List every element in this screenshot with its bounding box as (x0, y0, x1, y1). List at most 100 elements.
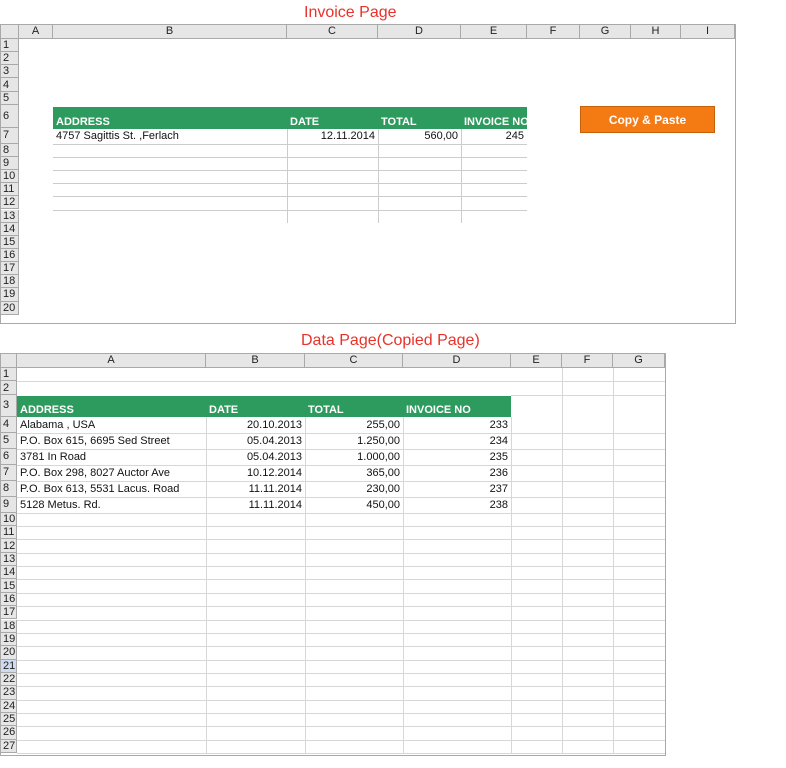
data-cell-date[interactable]: 05.04.2013 (206, 433, 305, 449)
data-cell-date[interactable]: 20.10.2013 (206, 417, 305, 433)
column-header-d[interactable]: D (403, 353, 511, 368)
data-cell-date[interactable]: 10.12.2014 (206, 465, 305, 481)
row-header-2[interactable]: 2 (0, 381, 17, 395)
select-all-corner[interactable] (0, 353, 17, 368)
invoice-cell-area[interactable] (19, 39, 735, 323)
column-header-g[interactable]: G (580, 24, 631, 39)
column-header-f[interactable]: F (527, 24, 580, 39)
data-cell-invoice-no[interactable]: 235 (403, 449, 511, 465)
column-header-b[interactable]: B (206, 353, 305, 368)
row-header-3[interactable]: 3 (0, 65, 19, 79)
data-cell-total[interactable]: 365,00 (305, 465, 403, 481)
data-cell-total[interactable]: 230,00 (305, 481, 403, 497)
row-header-20[interactable]: 20 (0, 646, 17, 660)
row-header-14[interactable]: 14 (0, 222, 19, 236)
row-header-26[interactable]: 26 (0, 726, 17, 740)
data-cell-invoice-no[interactable]: 237 (403, 481, 511, 497)
column-header-g[interactable]: G (613, 353, 665, 368)
row-header-5[interactable]: 5 (0, 91, 19, 105)
row-header-18[interactable]: 18 (0, 619, 17, 633)
column-header-e[interactable]: E (511, 353, 562, 368)
data-cell-total[interactable]: 450,00 (305, 497, 403, 513)
column-header-d[interactable]: D (378, 24, 461, 39)
invoice-cell-invoice-no[interactable]: 245 (461, 128, 527, 144)
data-cell-invoice-no[interactable]: 236 (403, 465, 511, 481)
data-cell-invoice-no[interactable]: 238 (403, 497, 511, 513)
data-cell-date[interactable]: 11.11.2014 (206, 481, 305, 497)
data-cell-date[interactable]: 05.04.2013 (206, 449, 305, 465)
row-header-21[interactable]: 21 (0, 659, 17, 673)
invoice-page-caption: Invoice Page (304, 4, 397, 21)
column-header-i[interactable]: I (681, 24, 735, 39)
row-header-8[interactable]: 8 (0, 480, 17, 497)
gridline-horizontal (17, 526, 665, 528)
row-header-2[interactable]: 2 (0, 52, 19, 66)
data-cell-total[interactable]: 1.250,00 (305, 433, 403, 449)
data-cell-address[interactable]: 5128 Metus. Rd. (17, 497, 206, 513)
row-header-19[interactable]: 19 (0, 632, 17, 647)
row-header-10[interactable]: 10 (0, 512, 17, 527)
data-cell-total[interactable]: 255,00 (305, 417, 403, 433)
row-header-17[interactable]: 17 (0, 262, 19, 276)
row-header-15[interactable]: 15 (0, 235, 19, 249)
copy-paste-button[interactable]: Copy & Paste (580, 106, 715, 133)
row-header-27[interactable]: 27 (0, 739, 17, 753)
row-header-3[interactable]: 3 (0, 394, 17, 417)
data-cell-address[interactable]: Alabama , USA (17, 417, 206, 433)
row-header-16[interactable]: 16 (0, 248, 19, 263)
data-cell-address[interactable]: P.O. Box 615, 6695 Sed Street (17, 433, 206, 449)
data-cell-total[interactable]: 1.000,00 (305, 449, 403, 465)
data-cell-date[interactable]: 11.11.2014 (206, 497, 305, 513)
row-header-6[interactable]: 6 (0, 104, 19, 128)
row-header-11[interactable]: 11 (0, 183, 19, 197)
row-header-4[interactable]: 4 (0, 416, 17, 433)
row-header-11[interactable]: 11 (0, 526, 17, 540)
data-cell-invoice-no[interactable]: 233 (403, 417, 511, 433)
row-header-25[interactable]: 25 (0, 712, 17, 727)
row-header-14[interactable]: 14 (0, 566, 17, 580)
row-header-16[interactable]: 16 (0, 592, 17, 607)
row-header-10[interactable]: 10 (0, 170, 19, 184)
row-header-5[interactable]: 5 (0, 432, 17, 449)
data-cell-address[interactable]: P.O. Box 613, 5531 Lacus. Road (17, 481, 206, 497)
data-page-caption: Data Page(Copied Page) (301, 332, 480, 349)
row-header-7[interactable]: 7 (0, 464, 17, 481)
column-header-a[interactable]: A (17, 353, 206, 368)
row-header-18[interactable]: 18 (0, 275, 19, 289)
row-header-19[interactable]: 19 (0, 288, 19, 302)
row-header-9[interactable]: 9 (0, 156, 19, 171)
invoice-cell-date[interactable]: 12.11.2014 (287, 128, 378, 144)
invoice-cell-address[interactable]: 4757 Sagittis St. ,Ferlach (53, 128, 287, 144)
row-header-1[interactable]: 1 (0, 39, 19, 53)
column-header-a[interactable]: A (19, 24, 53, 39)
row-header-13[interactable]: 13 (0, 552, 17, 567)
data-cell-address[interactable]: P.O. Box 298, 8027 Auctor Ave (17, 465, 206, 481)
row-header-4[interactable]: 4 (0, 78, 19, 92)
row-header-12[interactable]: 12 (0, 539, 17, 553)
row-header-1[interactable]: 1 (0, 368, 17, 382)
column-header-e[interactable]: E (461, 24, 527, 39)
row-header-17[interactable]: 17 (0, 606, 17, 620)
row-header-24[interactable]: 24 (0, 699, 17, 713)
column-header-b[interactable]: B (53, 24, 287, 39)
select-all-corner[interactable] (0, 24, 19, 39)
row-header-22[interactable]: 22 (0, 672, 17, 687)
row-header-20[interactable]: 20 (0, 301, 19, 315)
row-header-15[interactable]: 15 (0, 579, 17, 593)
row-header-9[interactable]: 9 (0, 496, 17, 513)
column-header-h[interactable]: H (631, 24, 681, 39)
invoice-cell-total[interactable]: 560,00 (378, 128, 461, 144)
row-header-6[interactable]: 6 (0, 448, 17, 465)
row-header-12[interactable]: 12 (0, 196, 19, 210)
row-header-23[interactable]: 23 (0, 686, 17, 700)
gridline-vertical (562, 368, 563, 753)
data-cell-address[interactable]: 3781 In Road (17, 449, 206, 465)
row-header-13[interactable]: 13 (0, 209, 19, 223)
column-header-c[interactable]: C (287, 24, 378, 39)
column-header-c[interactable]: C (305, 353, 403, 368)
row-header-7[interactable]: 7 (0, 127, 19, 144)
row-header-8[interactable]: 8 (0, 143, 19, 157)
column-header-f[interactable]: F (562, 353, 613, 368)
data-cell-invoice-no[interactable]: 234 (403, 433, 511, 449)
invoice-sheet: ABCDEFGHI 1 2 3 4 5 6 7 8 9 10 11 12 13 14 15 16 17 18 19 2… (0, 24, 736, 324)
